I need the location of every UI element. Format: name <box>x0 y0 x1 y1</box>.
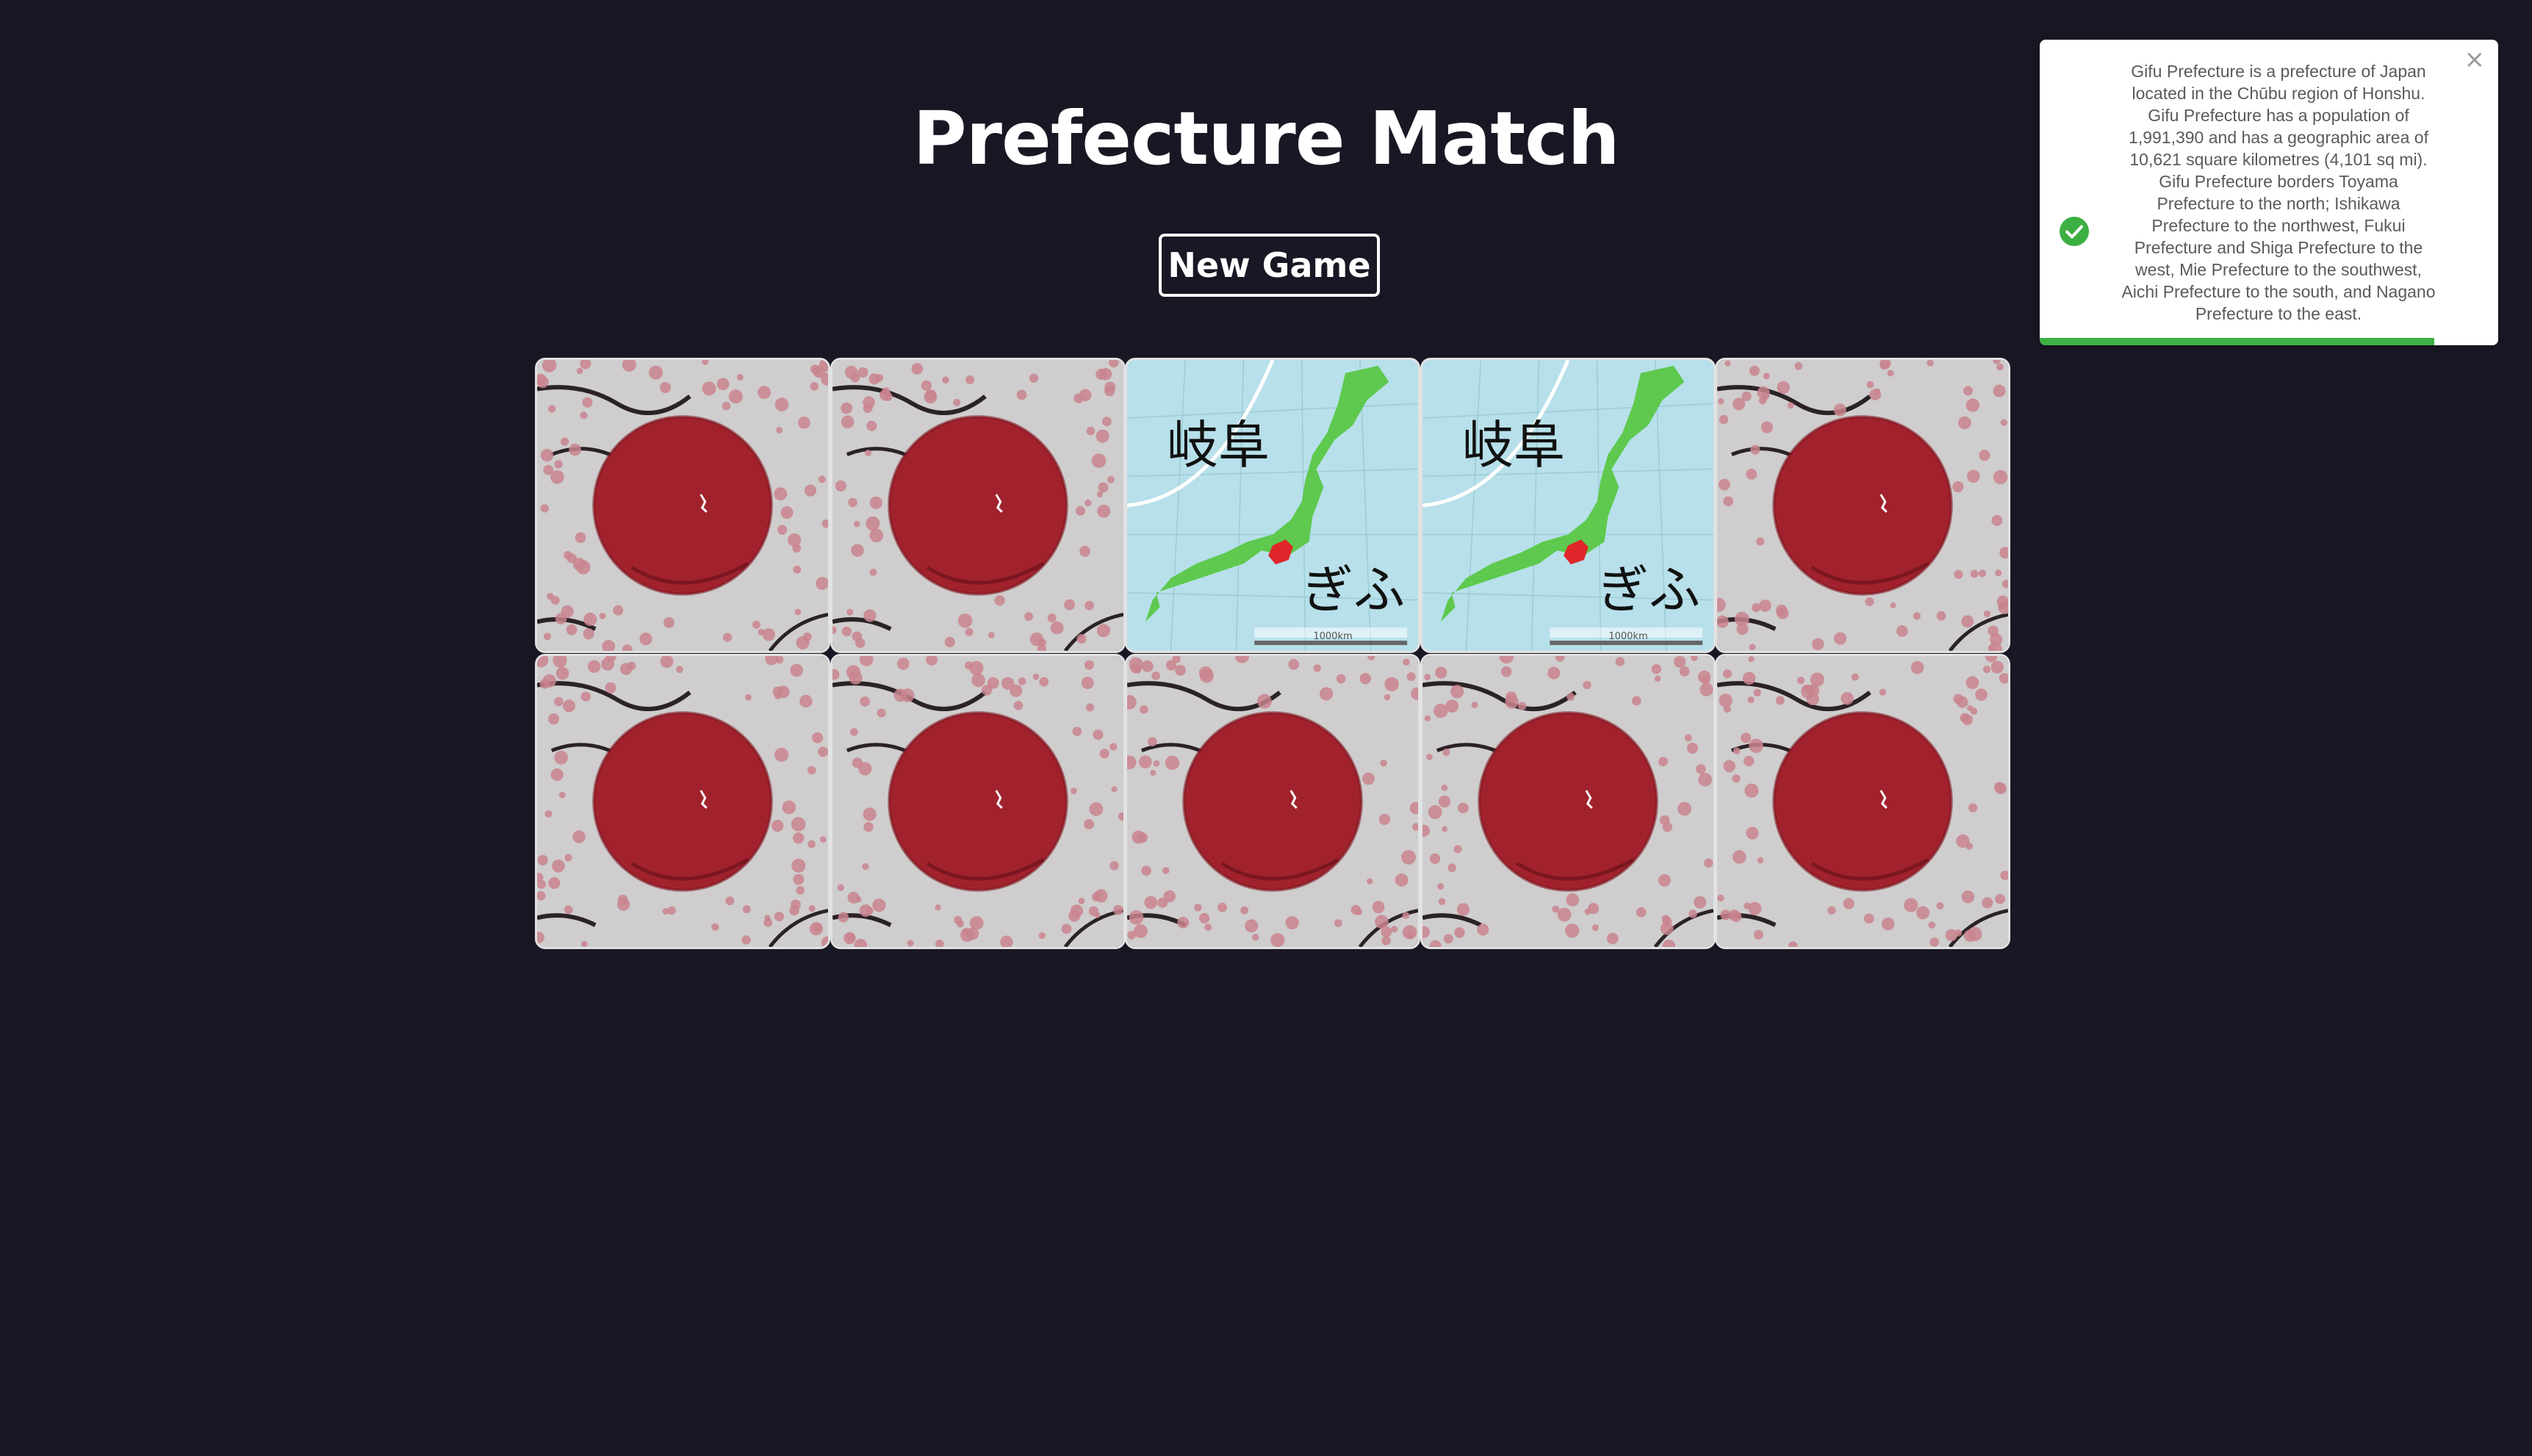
map-scale-label: 1000km <box>1608 631 1648 642</box>
toast-message-line: located in the Chūbu region of Honshu. <box>2132 84 2425 103</box>
card-face-up[interactable]: 岐阜ぎふ 1000km <box>1420 358 1716 653</box>
toast-message-line: Gifu Prefecture is a prefecture of Japan <box>2131 62 2426 81</box>
card-face-down[interactable] <box>830 358 1126 653</box>
map-scale-label: 1000km <box>1313 631 1353 642</box>
card-face-down[interactable] <box>1715 358 2010 653</box>
toast-message-line: 10,621 square kilometres (4,101 sq mi). <box>2129 150 2428 169</box>
card-face-down[interactable] <box>1420 654 1716 949</box>
card-kanji-label: 岐阜 <box>1462 415 1565 475</box>
toast-message-line: Gifu Prefecture borders Toyama <box>2159 172 2398 191</box>
toast-message-line: 1,991,390 and has a geographic area of <box>2129 128 2428 147</box>
toast-message-line: Prefecture to the northwest, Fukui <box>2151 216 2406 235</box>
toast-message-line: west, Mie Prefecture to the southwest, <box>2135 260 2422 279</box>
info-toast: × Gifu Prefecture is a prefecture of Jap… <box>2040 40 2498 345</box>
card-face-down[interactable] <box>535 358 830 653</box>
new-game-button[interactable]: New Game <box>1159 234 1380 297</box>
card-face-up[interactable]: 岐阜ぎふ 1000km <box>1125 358 1420 653</box>
toast-message-line: Prefecture to the north; Ishikawa <box>2157 194 2400 213</box>
close-icon[interactable]: × <box>2464 47 2486 72</box>
game-page: Prefecture Match New Game 岐阜 ぎふ 1000km 岐阜 ぎふ… <box>0 0 2532 1456</box>
check-circle-icon <box>2060 217 2089 246</box>
toast-message-line: Prefecture and Shiga Prefecture to the <box>2134 238 2423 257</box>
toast-message-line: Aichi Prefecture to the south, and Nagan… <box>2121 282 2436 301</box>
card-face-down[interactable] <box>830 654 1126 949</box>
card-kanji-label: 岐阜 <box>1167 415 1270 475</box>
card-kana-label: ぎふ <box>1302 560 1405 620</box>
card-face-down[interactable] <box>1125 654 1420 949</box>
toast-message-line: Gifu Prefecture has a population of <box>2148 106 2409 125</box>
toast-progress-track <box>2040 338 2498 345</box>
toast-progress-bar <box>2040 338 2434 345</box>
card-grid: 岐阜ぎふ 1000km 岐阜ぎふ 1000km <box>535 358 2010 950</box>
card-kana-label: ぎふ <box>1597 560 1700 620</box>
card-face-down[interactable] <box>535 654 830 949</box>
card-face-down[interactable] <box>1715 654 2010 949</box>
toast-message: Gifu Prefecture is a prefecture of Japan… <box>2098 60 2459 325</box>
toast-message-line: Prefecture to the east. <box>2195 304 2362 323</box>
